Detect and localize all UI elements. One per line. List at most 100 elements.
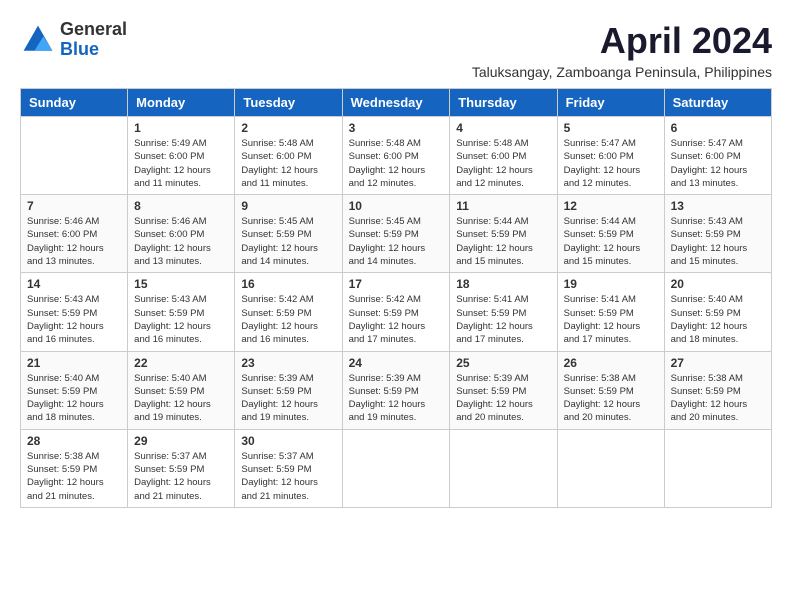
day-number: 12 (564, 199, 658, 213)
logo-icon (20, 22, 56, 58)
table-row: 3 Sunrise: 5:48 AM Sunset: 6:00 PM Daylig… (342, 117, 450, 195)
cell-info: Sunrise: 5:48 AM Sunset: 6:00 PM Dayligh… (349, 137, 444, 190)
day-number: 28 (27, 434, 121, 448)
table-row: 29 Sunrise: 5:37 AM Sunset: 5:59 PM Dayli… (128, 429, 235, 507)
table-row: 16 Sunrise: 5:42 AM Sunset: 5:59 PM Dayli… (235, 273, 342, 351)
cell-info: Sunrise: 5:39 AM Sunset: 5:59 PM Dayligh… (349, 372, 444, 425)
table-row: 22 Sunrise: 5:40 AM Sunset: 5:59 PM Dayli… (128, 351, 235, 429)
day-number: 14 (27, 277, 121, 291)
table-row: 9Sunrise: 5:45 AM Sunset: 5:59 PM Daylig… (235, 195, 342, 273)
day-number: 7 (27, 199, 121, 213)
header-saturday: Saturday (664, 89, 771, 117)
cell-info: Sunrise: 5:40 AM Sunset: 5:59 PM Dayligh… (671, 293, 765, 346)
cell-info: Sunrise: 5:37 AM Sunset: 5:59 PM Dayligh… (134, 450, 228, 503)
cell-info: Sunrise: 5:39 AM Sunset: 5:59 PM Dayligh… (241, 372, 335, 425)
header-wednesday: Wednesday (342, 89, 450, 117)
day-number: 15 (134, 277, 228, 291)
table-row: 11 Sunrise: 5:44 AM Sunset: 5:59 PM Dayli… (450, 195, 557, 273)
cell-info: Sunrise: 5:42 AM Sunset: 5:59 PM Dayligh… (349, 293, 444, 346)
month-title: April 2024 (472, 20, 772, 62)
day-number: 26 (564, 356, 658, 370)
cell-info: Sunrise: 5:49 AM Sunset: 6:00 PM Dayligh… (134, 137, 228, 190)
table-row: 2 Sunrise: 5:48 AM Sunset: 6:00 PM Daylig… (235, 117, 342, 195)
day-number: 16 (241, 277, 335, 291)
calendar-week-row: 1 Sunrise: 5:49 AM Sunset: 6:00 PM Daylig… (21, 117, 772, 195)
day-number: 24 (349, 356, 444, 370)
cell-info: Sunrise: 5:44 AM Sunset: 5:59 PM Dayligh… (456, 215, 550, 268)
day-number: 2 (241, 121, 335, 135)
calendar-week-row: 28 Sunrise: 5:38 AM Sunset: 5:59 PM Dayli… (21, 429, 772, 507)
day-number: 22 (134, 356, 228, 370)
table-row (342, 429, 450, 507)
cell-info: Sunrise: 5:39 AM Sunset: 5:59 PM Dayligh… (456, 372, 550, 425)
table-row: 27 Sunrise: 5:38 AM Sunset: 5:59 PM Dayli… (664, 351, 771, 429)
cell-info: Sunrise: 5:38 AM Sunset: 5:59 PM Dayligh… (671, 372, 765, 425)
table-row: 5 Sunrise: 5:47 AM Sunset: 6:00 PM Daylig… (557, 117, 664, 195)
cell-info: Sunrise: 5:40 AM Sunset: 5:59 PM Dayligh… (27, 372, 121, 425)
cell-info: Sunrise: 5:46 AM Sunset: 6:00 PM Dayligh… (27, 215, 121, 268)
day-number: 1 (134, 121, 228, 135)
day-number: 8 (134, 199, 228, 213)
calendar-week-row: 21 Sunrise: 5:40 AM Sunset: 5:59 PM Dayli… (21, 351, 772, 429)
table-row: 4Sunrise: 5:48 AM Sunset: 6:00 PM Daylig… (450, 117, 557, 195)
day-number: 19 (564, 277, 658, 291)
day-number: 17 (349, 277, 444, 291)
table-row: 21 Sunrise: 5:40 AM Sunset: 5:59 PM Dayli… (21, 351, 128, 429)
cell-info: Sunrise: 5:43 AM Sunset: 5:59 PM Dayligh… (671, 215, 765, 268)
table-row (21, 117, 128, 195)
cell-info: Sunrise: 5:42 AM Sunset: 5:59 PM Dayligh… (241, 293, 335, 346)
table-row: 8 Sunrise: 5:46 AM Sunset: 6:00 PM Daylig… (128, 195, 235, 273)
day-number: 3 (349, 121, 444, 135)
day-number: 27 (671, 356, 765, 370)
day-number: 25 (456, 356, 550, 370)
table-row: 13Sunrise: 5:43 AM Sunset: 5:59 PM Dayli… (664, 195, 771, 273)
calendar-header-row: Sunday Monday Tuesday Wednesday Thursday… (21, 89, 772, 117)
table-row: 12 Sunrise: 5:44 AM Sunset: 5:59 PM Dayli… (557, 195, 664, 273)
cell-info: Sunrise: 5:41 AM Sunset: 5:59 PM Dayligh… (564, 293, 658, 346)
cell-info: Sunrise: 5:40 AM Sunset: 5:59 PM Dayligh… (134, 372, 228, 425)
logo-general: General (60, 19, 127, 39)
cell-info: Sunrise: 5:38 AM Sunset: 5:59 PM Dayligh… (27, 450, 121, 503)
table-row: 18 Sunrise: 5:41 AM Sunset: 5:59 PM Dayli… (450, 273, 557, 351)
header-monday: Monday (128, 89, 235, 117)
table-row: 26Sunrise: 5:38 AM Sunset: 5:59 PM Dayli… (557, 351, 664, 429)
header-thursday: Thursday (450, 89, 557, 117)
table-row: 28 Sunrise: 5:38 AM Sunset: 5:59 PM Dayli… (21, 429, 128, 507)
cell-info: Sunrise: 5:47 AM Sunset: 6:00 PM Dayligh… (564, 137, 658, 190)
table-row: 25 Sunrise: 5:39 AM Sunset: 5:59 PM Dayli… (450, 351, 557, 429)
table-row: 23Sunrise: 5:39 AM Sunset: 5:59 PM Dayli… (235, 351, 342, 429)
table-row: 17 Sunrise: 5:42 AM Sunset: 5:59 PM Dayli… (342, 273, 450, 351)
cell-info: Sunrise: 5:44 AM Sunset: 5:59 PM Dayligh… (564, 215, 658, 268)
title-block: April 2024 Taluksangay, Zamboanga Penins… (472, 20, 772, 80)
day-number: 18 (456, 277, 550, 291)
header-tuesday: Tuesday (235, 89, 342, 117)
table-row: 6Sunrise: 5:47 AM Sunset: 6:00 PM Daylig… (664, 117, 771, 195)
calendar-week-row: 14Sunrise: 5:43 AM Sunset: 5:59 PM Dayli… (21, 273, 772, 351)
header-sunday: Sunday (21, 89, 128, 117)
table-row (450, 429, 557, 507)
day-number: 29 (134, 434, 228, 448)
day-number: 10 (349, 199, 444, 213)
table-row: 15Sunrise: 5:43 AM Sunset: 5:59 PM Dayli… (128, 273, 235, 351)
table-row: 7 Sunrise: 5:46 AM Sunset: 6:00 PM Daylig… (21, 195, 128, 273)
cell-info: Sunrise: 5:41 AM Sunset: 5:59 PM Dayligh… (456, 293, 550, 346)
table-row: 19 Sunrise: 5:41 AM Sunset: 5:59 PM Dayli… (557, 273, 664, 351)
table-row: 30 Sunrise: 5:37 AM Sunset: 5:59 PM Dayli… (235, 429, 342, 507)
calendar-week-row: 7 Sunrise: 5:46 AM Sunset: 6:00 PM Daylig… (21, 195, 772, 273)
header-friday: Friday (557, 89, 664, 117)
logo-text: General Blue (60, 20, 127, 60)
cell-info: Sunrise: 5:37 AM Sunset: 5:59 PM Dayligh… (241, 450, 335, 503)
table-row: 1 Sunrise: 5:49 AM Sunset: 6:00 PM Daylig… (128, 117, 235, 195)
cell-info: Sunrise: 5:46 AM Sunset: 6:00 PM Dayligh… (134, 215, 228, 268)
location-subtitle: Taluksangay, Zamboanga Peninsula, Philip… (472, 64, 772, 80)
table-row: 24 Sunrise: 5:39 AM Sunset: 5:59 PM Dayli… (342, 351, 450, 429)
table-row: 14Sunrise: 5:43 AM Sunset: 5:59 PM Dayli… (21, 273, 128, 351)
cell-info: Sunrise: 5:48 AM Sunset: 6:00 PM Dayligh… (241, 137, 335, 190)
day-number: 5 (564, 121, 658, 135)
day-number: 4 (456, 121, 550, 135)
table-row: 20Sunrise: 5:40 AM Sunset: 5:59 PM Dayli… (664, 273, 771, 351)
table-row (557, 429, 664, 507)
day-number: 21 (27, 356, 121, 370)
day-number: 30 (241, 434, 335, 448)
day-number: 11 (456, 199, 550, 213)
